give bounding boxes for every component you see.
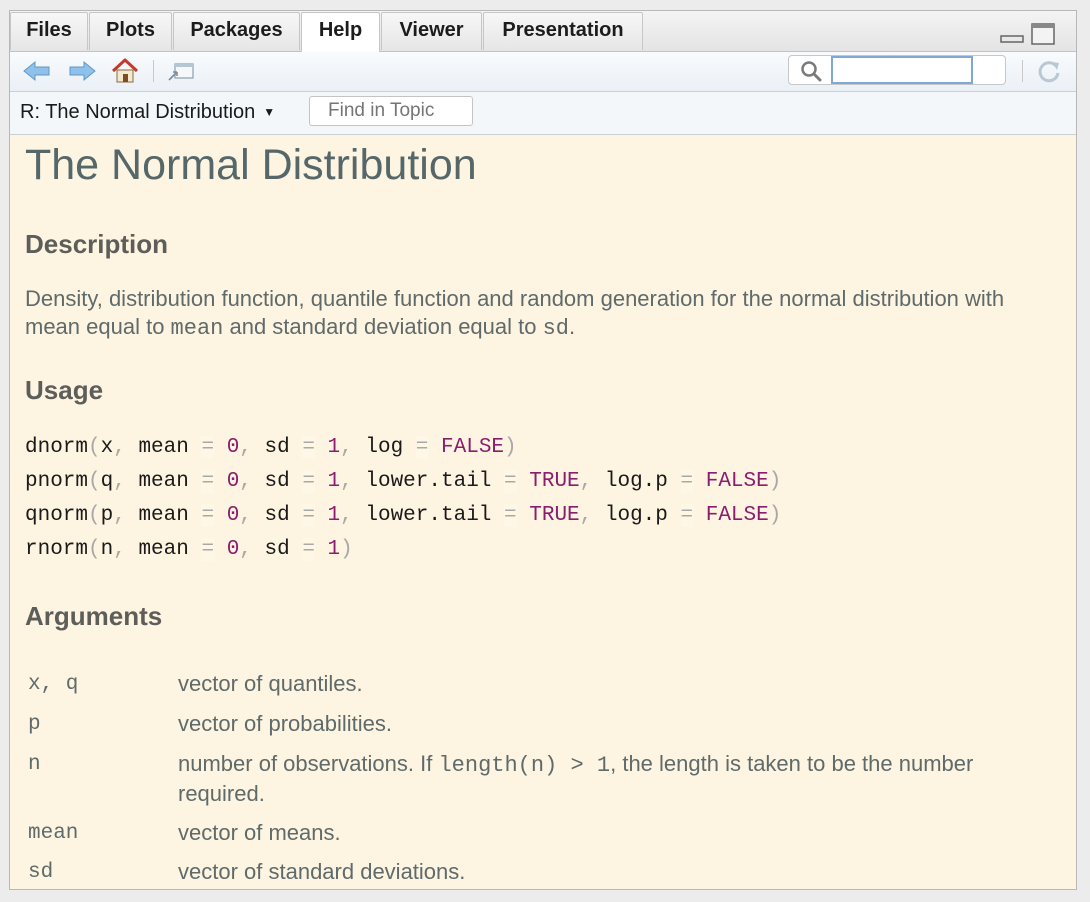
topic-bar: R: The Normal Distribution ▼ — [10, 92, 1076, 135]
topic-label: R: The Normal Distribution — [20, 101, 256, 123]
help-search-box[interactable] — [788, 55, 1006, 85]
help-content: The Normal Distribution Description Dens… — [10, 135, 1076, 889]
tab-help[interactable]: Help — [301, 12, 380, 52]
argument-text: vector of means. — [178, 820, 341, 845]
page-title: The Normal Distribution — [25, 141, 477, 189]
maximize-icon[interactable] — [1031, 23, 1055, 45]
usage-line-rnorm: rnorm(n, mean = 0, sd = 1) — [25, 538, 353, 561]
usage-line-pnorm: pnorm(q, mean = 0, sd = 1, lower.tail = … — [25, 470, 782, 493]
tab-plots[interactable]: Plots — [89, 12, 172, 50]
usage-line-dnorm: dnorm(x, mean = 0, sd = 1, log = FALSE) — [25, 436, 517, 459]
popout-window-icon[interactable] — [166, 56, 196, 86]
refresh-icon[interactable] — [1034, 56, 1064, 86]
back-arrow-icon[interactable] — [22, 56, 52, 86]
argument-text: vector of quantiles. — [178, 671, 363, 696]
argument-text: vector of probabilities. — [178, 711, 392, 736]
home-icon[interactable] — [110, 56, 140, 86]
argument-name: sd — [28, 861, 54, 884]
tab-packages[interactable]: Packages — [173, 12, 300, 50]
tab-viewer[interactable]: Viewer — [381, 12, 482, 50]
topic-dropdown[interactable]: R: The Normal Distribution ▼ — [20, 101, 275, 124]
description-heading: Description — [25, 229, 169, 259]
usage-heading: Usage — [25, 375, 104, 405]
toolbar-separator — [153, 60, 154, 82]
argument-name: mean — [28, 822, 79, 845]
tab-bar: Files Plots Packages Help Viewer Present… — [10, 11, 1076, 52]
argument-name: x, q — [28, 673, 79, 696]
toolbar-separator — [1022, 60, 1023, 82]
usage-line-qnorm: qnorm(p, mean = 0, sd = 1, lower.tail = … — [25, 504, 782, 527]
find-in-topic-input[interactable] — [309, 96, 473, 126]
tab-files[interactable]: Files — [10, 12, 88, 50]
chevron-down-icon: ▼ — [263, 105, 276, 119]
help-toolbar — [10, 52, 1076, 92]
argument-text: number of observations. If length(n) > 1… — [178, 751, 974, 806]
forward-arrow-icon[interactable] — [67, 56, 97, 86]
argument-name: n — [28, 753, 41, 776]
usage-code-block: dnorm(x, mean = 0, sd = 1, log = FALSE) p… — [25, 431, 781, 567]
help-pane: Files Plots Packages Help Viewer Present… — [9, 10, 1077, 890]
argument-text: vector of standard deviations. — [178, 859, 466, 884]
help-search-input[interactable] — [831, 56, 973, 84]
minimize-icon[interactable] — [1000, 23, 1024, 45]
argument-name: p — [28, 713, 41, 736]
search-icon — [801, 61, 822, 82]
description-text: Density, distribution function, quantile… — [25, 286, 1005, 341]
arguments-heading: Arguments — [25, 601, 163, 631]
tab-presentation[interactable]: Presentation — [483, 12, 643, 50]
